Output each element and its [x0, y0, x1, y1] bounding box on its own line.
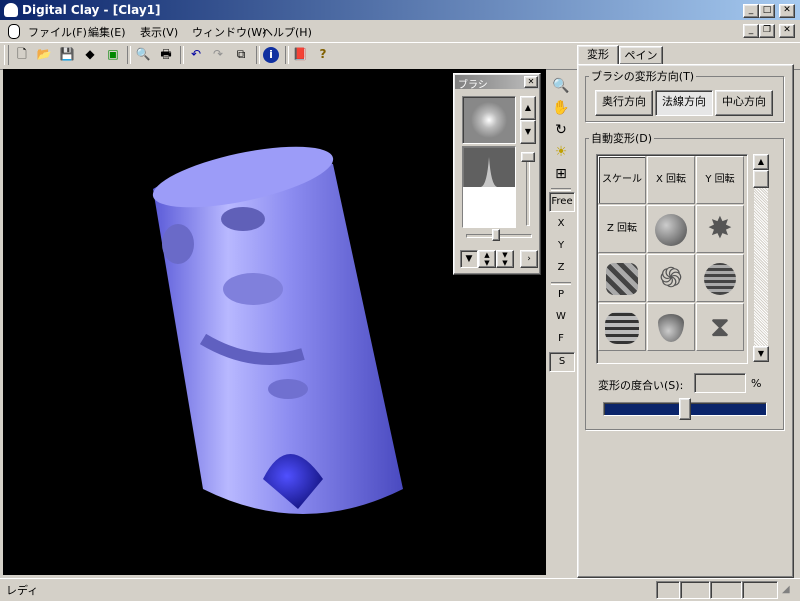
tab-deform[interactable]: 変形 [577, 45, 619, 65]
degree-label: 変形の度合い(S): [598, 379, 684, 392]
view-free-button[interactable]: Free [549, 192, 575, 212]
drop-shape-icon[interactable] [647, 303, 695, 351]
tab-paint[interactable]: ペイント [619, 46, 663, 79]
pan-hand-icon[interactable]: ✋ [549, 100, 573, 116]
fit-view-icon[interactable]: ⊞ [549, 166, 573, 182]
brush-panel[interactable]: ブラシ ✕ ▲ ▼ ▼ ▲ ▼ ▼ ▼ › [453, 73, 541, 275]
maximize-button[interactable]: □ [759, 4, 775, 18]
status-pane-2 [680, 581, 710, 599]
zoom-icon[interactable]: 🔍 [549, 78, 573, 94]
grid-scroll-up[interactable]: ▲ [753, 154, 769, 170]
copy-icon[interactable]: ⧉ [231, 44, 251, 64]
help-book-icon[interactable]: 📕 [290, 44, 310, 64]
toolbar-separator [285, 46, 289, 64]
grid-scroll-down[interactable]: ▼ [753, 346, 769, 362]
brush-panel-close-button[interactable]: ✕ [524, 76, 538, 88]
view-w-button[interactable]: W [549, 311, 573, 322]
redo-icon[interactable]: ↷ [208, 44, 228, 64]
status-pane-1 [656, 581, 680, 599]
grid-scroll-track[interactable] [754, 188, 768, 346]
brush-shape-preview[interactable] [462, 96, 516, 144]
view-f-button[interactable]: F [549, 333, 573, 344]
view-s-button[interactable]: S [549, 352, 575, 372]
brush-shape-scroll-down[interactable]: ▼ [520, 120, 536, 144]
import-image-icon[interactable]: ▣ [103, 44, 123, 64]
window-title: Digital Clay - [Clay1] [22, 3, 161, 17]
brush-mode-down-icon[interactable]: ▼ [460, 250, 478, 268]
app-icon[interactable] [4, 3, 18, 17]
doc-icon[interactable] [8, 24, 20, 39]
light-icon[interactable]: ☀ [549, 144, 573, 160]
close-button[interactable]: ✕ [779, 4, 795, 18]
rotate-icon[interactable]: ↻ [549, 122, 573, 138]
twist-shape-icon[interactable] [598, 254, 646, 302]
depth-direction-button[interactable]: 奥行方向 [595, 90, 653, 116]
stacked-disc-icon[interactable] [598, 303, 646, 351]
degree-input[interactable] [694, 373, 746, 393]
degree-unit: % [751, 377, 762, 390]
view-y-button[interactable]: Y [549, 240, 573, 251]
brush-mode-double-down-icon[interactable]: ▼ ▼ [496, 250, 514, 268]
status-pane-4 [742, 581, 778, 599]
menu-view[interactable]: 表示(V) [140, 24, 178, 40]
toolbar-separator [256, 46, 260, 64]
brush-size-slider-track [526, 154, 530, 226]
context-help-icon[interactable]: ? [313, 44, 333, 64]
auto-deform-grid: スケール X 回転 Y 回転 Z 回転 ✸ ֍ ⧗ [596, 154, 748, 364]
diamond-icon[interactable]: ◆ [80, 44, 100, 64]
view-x-button[interactable]: X [549, 218, 573, 229]
degree-slider-thumb[interactable] [679, 398, 691, 420]
view-toolbar-separator [551, 282, 571, 285]
minimize-button[interactable]: _ [743, 4, 759, 18]
brush-shape-scroll-up[interactable]: ▲ [520, 96, 536, 120]
doc-close-button[interactable]: ✕ [779, 24, 795, 38]
center-direction-button[interactable]: 中心方向 [715, 90, 773, 116]
brush-size-slider-thumb[interactable] [521, 152, 535, 162]
new-document-icon[interactable]: 🗋 [12, 44, 32, 64]
view-p-button[interactable]: P [549, 289, 573, 300]
save-disk-icon[interactable]: 💾 [57, 44, 77, 64]
brush-profile-graph[interactable] [462, 146, 516, 228]
z-rotate-cell[interactable]: Z 回転 [598, 205, 646, 253]
print-preview-icon[interactable]: 🔍 [133, 44, 153, 64]
auto-deform-label: 自動変形(D) [589, 130, 655, 146]
undo-icon[interactable]: ↶ [186, 44, 206, 64]
ribbed-sphere-icon[interactable] [696, 254, 744, 302]
menu-file[interactable]: ファイル(F) [28, 24, 87, 40]
normal-direction-button[interactable]: 法線方向 [655, 90, 713, 116]
grid-scroll-thumb[interactable] [753, 170, 769, 188]
doc-minimize-button[interactable]: _ [743, 24, 759, 38]
menu-edit[interactable]: 編集(E) [88, 24, 126, 40]
swirl-icon[interactable]: ֍ [647, 254, 695, 302]
open-folder-icon[interactable]: 📂 [34, 44, 54, 64]
hourglass-icon[interactable]: ⧗ [696, 303, 744, 351]
info-icon[interactable]: i [261, 44, 281, 64]
brush-panel-title: ブラシ [458, 80, 488, 91]
doc-restore-button[interactable]: ❐ [759, 24, 775, 38]
bumpy-sphere-icon[interactable] [647, 205, 695, 253]
brush-strength-slider-thumb[interactable] [492, 229, 500, 241]
toolbar-separator [127, 46, 131, 64]
brush-panel-next-icon[interactable]: › [520, 250, 538, 268]
view-toolbar-separator [551, 188, 571, 191]
print-icon[interactable]: 🖶 [156, 44, 176, 64]
resize-grip[interactable]: ◢ [782, 584, 796, 598]
toolbar-separator [180, 46, 184, 64]
x-rotate-cell[interactable]: X 回転 [647, 156, 695, 204]
menu-window[interactable]: ウィンドウ(W) [192, 24, 266, 40]
scale-cell[interactable]: スケール [598, 156, 646, 204]
brush-direction-label: ブラシの変形方向(T) [589, 68, 697, 84]
status-pane-3 [710, 581, 742, 599]
brush-mode-both-icon[interactable]: ▲ ▼ [478, 250, 496, 268]
view-z-button[interactable]: Z [549, 262, 573, 273]
spiky-ball-icon[interactable]: ✸ [696, 205, 744, 253]
status-text: レディ [6, 584, 39, 597]
y-rotate-cell[interactable]: Y 回転 [696, 156, 744, 204]
toolbar-grip [4, 45, 9, 65]
menu-help[interactable]: ヘルプ(H) [262, 24, 312, 40]
